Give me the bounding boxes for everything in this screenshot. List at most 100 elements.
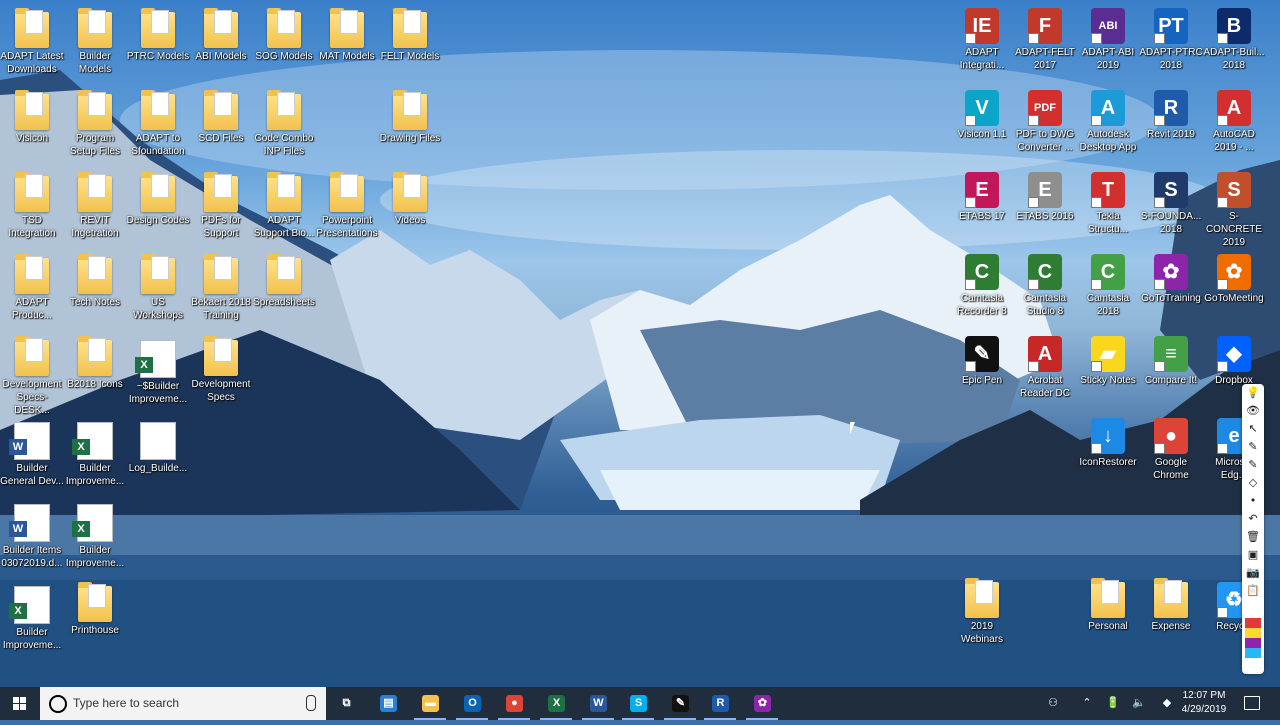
taskbar-clock[interactable]: 12:07 PM 4/29/2019 (1172, 689, 1236, 717)
taskbar-skype-button[interactable]: S (618, 687, 658, 720)
desktop-icon[interactable]: C Camtasia Recorder 8 (950, 250, 1014, 318)
desktop-icon[interactable]: SCD Files (189, 90, 253, 145)
pen-tool-icon[interactable]: ▣ (1242, 546, 1264, 564)
desktop-icon[interactable]: ≡ Compare It! (1139, 332, 1203, 387)
pen-tool-icon[interactable]: • (1242, 492, 1264, 510)
desktop-icon[interactable]: 2019 Webinars (950, 578, 1014, 646)
pen-tool-icon[interactable]: 🗑 (1242, 528, 1264, 546)
desktop-icon[interactable]: C Camtasia 2018 (1076, 250, 1140, 318)
desktop-icon[interactable]: MAT Models (315, 8, 379, 63)
desktop-icon[interactable]: S S-CONCRETE 2019 (1202, 168, 1266, 249)
desktop-icon[interactable]: Bekaert 2018 Training (189, 254, 253, 322)
taskbar-revit-button[interactable]: R (700, 687, 740, 720)
pen-tool-icon[interactable]: 💡 (1242, 384, 1264, 402)
pen-tool-icon[interactable]: 📋 (1242, 582, 1264, 600)
desktop-icon[interactable]: Spreadsheets (252, 254, 316, 309)
desktop-icon[interactable]: TSD Integration (0, 172, 64, 240)
desktop-icon[interactable]: Printhouse (63, 582, 127, 637)
desktop-icon[interactable]: REVIT Ingetration (63, 172, 127, 240)
pen-tool-icon[interactable]: ↶ (1242, 510, 1264, 528)
taskbar-search-box[interactable]: Type here to search (40, 687, 326, 720)
taskbar-task-view-button[interactable]: ⧉ (326, 687, 366, 720)
desktop-icon[interactable]: FELT Models (378, 8, 442, 63)
desktop-icon[interactable]: ↓ IconRestorer (1076, 414, 1140, 469)
taskbar-gototraining-button[interactable]: ✿ (742, 687, 782, 720)
desktop-icon[interactable]: Program Setup Files (63, 90, 127, 158)
desktop-icon[interactable]: ADAPT Produc... (0, 254, 64, 322)
taskbar-chrome-button[interactable]: ● (494, 687, 534, 720)
desktop-icon[interactable]: Development Specs-DESK... (0, 336, 64, 417)
pen-tool-icon[interactable]: ↖ (1242, 420, 1264, 438)
desktop-icon[interactable]: Powerpoint Presentations (315, 172, 379, 240)
epic-pen-toolbar[interactable]: 💡 👁 ↖ ✎ ✎ ◇ • ↶ 🗑 ▣ 📷 📋 (1242, 384, 1264, 674)
desktop-icon[interactable]: E ETABS 2016 (1013, 168, 1077, 223)
taskbar-store-button[interactable]: ▤ (368, 687, 408, 720)
desktop-icon[interactable]: SOG Models (252, 8, 316, 63)
battery-icon[interactable]: 🔋 (1106, 696, 1120, 710)
desktop-icon[interactable]: ADAPT to Sfoundation (126, 90, 190, 158)
desktop-icon[interactable]: US Workshops (126, 254, 190, 322)
pen-tool-icon[interactable]: 📷 (1242, 564, 1264, 582)
desktop-icon[interactable]: R Revit 2019 (1139, 86, 1203, 141)
desktop-icon[interactable]: Log_Builde... (126, 418, 190, 475)
people-icon[interactable]: ⚇ (1046, 696, 1060, 710)
desktop-icon[interactable]: V Visicon 1.1 (950, 86, 1014, 141)
desktop-icon[interactable]: IE ADAPT Integrati... (950, 4, 1014, 72)
desktop-icon[interactable]: ◆ Dropbox (1202, 332, 1266, 387)
desktop-icon[interactable]: ABI Models (189, 8, 253, 63)
desktop-icon[interactable]: PTRC Models (126, 8, 190, 63)
color-palette[interactable] (1245, 618, 1261, 658)
show-hidden-icons[interactable]: ⌃ (1080, 696, 1094, 710)
desktop-icon[interactable]: ● Google Chrome (1139, 414, 1203, 482)
desktop-icon[interactable]: Development Specs (189, 336, 253, 404)
desktop-icon[interactable]: A AutoCAD 2019 - ... (1202, 86, 1266, 154)
desktop-icon[interactable]: A Acrobat Reader DC (1013, 332, 1077, 400)
pen-tool-icon[interactable]: ✎ (1242, 456, 1264, 474)
desktop-icon[interactable]: Design Codes (126, 172, 190, 227)
desktop-icon[interactable]: A Autodesk Desktop App (1076, 86, 1140, 154)
desktop-icon[interactable]: PDFs for Support (189, 172, 253, 240)
desktop-icon[interactable]: ABI ADAPT-ABI 2019 (1076, 4, 1140, 72)
taskbar-file-explorer-button[interactable]: ▬ (410, 687, 450, 720)
desktop-icon[interactable]: Visicon (0, 90, 64, 145)
desktop-icon[interactable]: E ETABS 17 (950, 168, 1014, 223)
desktop-icon[interactable]: S S-FOUNDA... 2018 (1139, 168, 1203, 236)
desktop-icon[interactable]: ✿ GoToMeeting (1202, 250, 1266, 305)
taskbar-outlook-button[interactable]: O (452, 687, 492, 720)
desktop-icon[interactable]: X Builder Improveme... (63, 418, 127, 488)
desktop-icon[interactable]: Tech Notes (63, 254, 127, 309)
desktop-icon[interactable]: X Builder Improveme... (0, 582, 64, 652)
start-button[interactable] (0, 687, 40, 720)
desktop-icon[interactable]: W Builder General Dev... (0, 418, 64, 488)
desktop-icon[interactable]: W Builder Items 03072019.d... (0, 500, 64, 570)
desktop-icon[interactable]: Expense (1139, 578, 1203, 633)
desktop-icon[interactable]: Code Combo INP Files (252, 90, 316, 158)
desktop-icon[interactable]: PT ADAPT-PTRC 2018 (1139, 4, 1203, 72)
desktop-icon[interactable]: ADAPT Support Bio... (252, 172, 316, 240)
microphone-icon[interactable] (306, 695, 316, 711)
pen-tool-icon[interactable]: ✎ (1242, 438, 1264, 456)
desktop-icon[interactable]: C Camtasia Studio 8 (1013, 250, 1077, 318)
taskbar-excel-button[interactable]: X (536, 687, 576, 720)
desktop-icon[interactable]: PDF PDF to DWG Converter ... (1013, 86, 1077, 154)
desktop-icon[interactable]: X Builder Improveme... (63, 500, 127, 570)
pen-tool-icon[interactable]: ◇ (1242, 474, 1264, 492)
desktop-icon[interactable]: Builder Models (63, 8, 127, 76)
desktop-icon[interactable]: ✿ GoToTraining (1139, 250, 1203, 305)
desktop-icon[interactable]: ▰ Sticky Notes (1076, 332, 1140, 387)
desktop-icon[interactable]: X ~$Builder Improveme... (126, 336, 190, 406)
desktop-icon[interactable]: Personal (1076, 578, 1140, 633)
desktop-icon[interactable]: ✎ Epic Pen (950, 332, 1014, 387)
volume-icon[interactable]: 🔈 (1132, 696, 1146, 710)
taskbar-epic-pen-button[interactable]: ✎ (660, 687, 700, 720)
pen-tool-icon[interactable]: 👁 (1242, 402, 1264, 420)
desktop-icon[interactable]: B ADAPT-Buil... 2018 (1202, 4, 1266, 72)
desktop-icon[interactable]: B2018 Icons (63, 336, 127, 391)
desktop-icon[interactable]: Drawing Files (378, 90, 442, 145)
desktop-icon[interactable]: ADAPT Latest Downloads (0, 8, 64, 76)
desktop-icon[interactable]: T Tekla Structu... (1076, 168, 1140, 236)
action-center-icon[interactable] (1244, 696, 1260, 710)
taskbar-word-button[interactable]: W (578, 687, 618, 720)
desktop-icon[interactable]: Videos (378, 172, 442, 227)
desktop-icon[interactable]: F ADAPT-FELT 2017 (1013, 4, 1077, 72)
